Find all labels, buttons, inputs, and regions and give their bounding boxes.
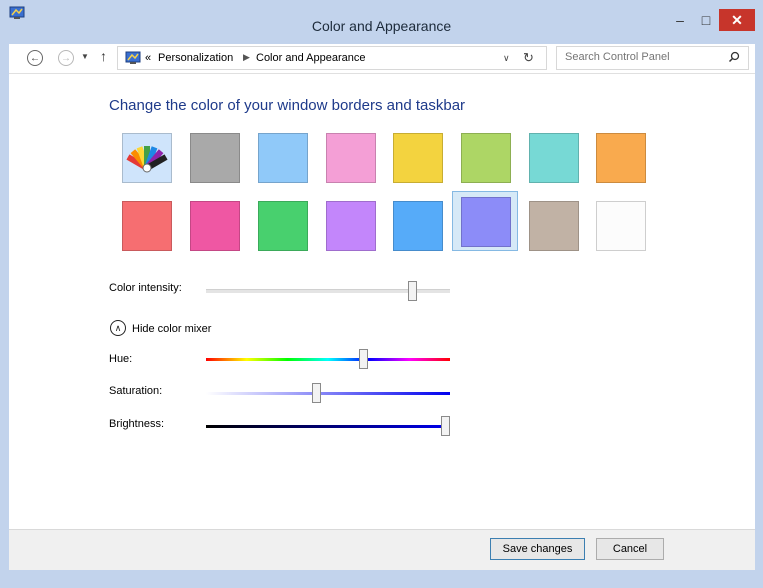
color-intensity-slider[interactable] <box>206 281 450 301</box>
swatch-blue[interactable] <box>393 201 443 251</box>
address-path[interactable]: « Personalization ▶ Color and Appearance… <box>117 46 547 70</box>
hue-thumb[interactable] <box>358 349 368 369</box>
hide-color-mixer-link[interactable]: Hide color mixer <box>132 323 211 335</box>
window-title: Color and Appearance <box>311 18 452 34</box>
swatch-automatic[interactable] <box>122 133 172 183</box>
swatch-slot-yellow[interactable] <box>385 128 451 188</box>
swatch-yellow[interactable] <box>393 133 443 183</box>
save-changes-button[interactable]: Save changes <box>490 538 585 560</box>
swatch-slot-violet[interactable] <box>318 196 384 256</box>
swatch-green[interactable] <box>258 201 308 251</box>
page-heading: Change the color of your window borders … <box>109 97 466 114</box>
search-icon[interactable] <box>728 51 740 63</box>
search-input[interactable] <box>565 51 715 63</box>
brightness-label: Brightness: <box>109 418 165 430</box>
breadcrumb-separator-icon[interactable]: ▶ <box>243 52 250 63</box>
forward-button[interactable]: → <box>58 50 74 66</box>
swatch-slot-sky-blue[interactable] <box>250 128 316 188</box>
footer-bar: Save changes Cancel <box>9 529 755 571</box>
swatch-slot-pink[interactable] <box>318 128 384 188</box>
hue-slider[interactable] <box>206 349 450 369</box>
swatch-orange[interactable] <box>596 133 646 183</box>
swatch-sky-blue[interactable] <box>258 133 308 183</box>
swatch-slot-red[interactable] <box>114 196 180 256</box>
color-intensity-label: Color intensity: <box>109 282 182 294</box>
swatch-periwinkle[interactable] <box>461 197 511 247</box>
control-panel-icon <box>125 51 141 64</box>
swatch-slot-orange[interactable] <box>588 128 654 188</box>
address-bar: ← → ▼ ↑ « Personalization ▶ Color and Ap… <box>9 44 755 74</box>
address-dropdown-icon[interactable]: ∨ <box>503 53 510 64</box>
window-bottom-border <box>0 570 763 588</box>
color-intensity-thumb[interactable] <box>408 281 418 301</box>
content-pane: Change the color of your window borders … <box>9 74 755 529</box>
swatch-slot-white[interactable] <box>588 196 654 256</box>
swatch-slot-taupe[interactable] <box>521 196 587 256</box>
swatch-slot-green[interactable] <box>250 196 316 256</box>
hue-label: Hue: <box>109 353 133 365</box>
back-button[interactable]: ← <box>27 50 43 66</box>
swatch-taupe[interactable] <box>529 201 579 251</box>
swatch-slot-magenta[interactable] <box>182 196 248 256</box>
swatch-slot-gray[interactable] <box>182 128 248 188</box>
breadcrumb-personalization[interactable]: Personalization <box>158 52 233 64</box>
swatch-pink[interactable] <box>326 133 376 183</box>
color-fan-icon <box>126 146 168 173</box>
swatch-lime[interactable] <box>461 133 511 183</box>
brightness-slider[interactable] <box>206 416 450 436</box>
swatch-white[interactable] <box>596 201 646 251</box>
saturation-slider[interactable] <box>206 383 450 403</box>
swatch-slot-automatic[interactable] <box>114 128 180 188</box>
swatch-slot-blue[interactable] <box>385 196 451 256</box>
minimize-button[interactable]: – <box>668 9 692 31</box>
title-bar[interactable]: Color and Appearance – □ ✕ <box>0 0 763 40</box>
close-button[interactable]: ✕ <box>719 9 755 31</box>
breadcrumb-color-appearance[interactable]: Color and Appearance <box>256 52 365 64</box>
up-button[interactable]: ↑ <box>100 48 107 64</box>
swatch-slot-teal[interactable] <box>521 128 587 188</box>
swatch-teal[interactable] <box>529 133 579 183</box>
color-appearance-window: Color and Appearance – □ ✕ ← → ▼ ↑ « Per… <box>0 0 763 588</box>
search-box[interactable] <box>556 46 749 70</box>
saturation-label: Saturation: <box>109 385 163 397</box>
swatch-red[interactable] <box>122 201 172 251</box>
overflow-chevron-icon[interactable]: « <box>145 52 151 64</box>
cancel-button[interactable]: Cancel <box>596 538 664 560</box>
recent-locations-icon[interactable]: ▼ <box>81 52 89 61</box>
saturation-thumb[interactable] <box>311 383 321 403</box>
collapse-chevron-icon[interactable]: ∧ <box>110 320 126 336</box>
refresh-icon[interactable]: ↻ <box>523 50 534 66</box>
maximize-button[interactable]: □ <box>694 9 718 31</box>
brightness-thumb[interactable] <box>441 416 450 436</box>
swatch-violet[interactable] <box>326 201 376 251</box>
swatch-magenta[interactable] <box>190 201 240 251</box>
swatch-slot-lime[interactable] <box>453 128 519 188</box>
swatch-gray[interactable] <box>190 133 240 183</box>
swatch-slot-periwinkle[interactable] <box>452 191 518 251</box>
